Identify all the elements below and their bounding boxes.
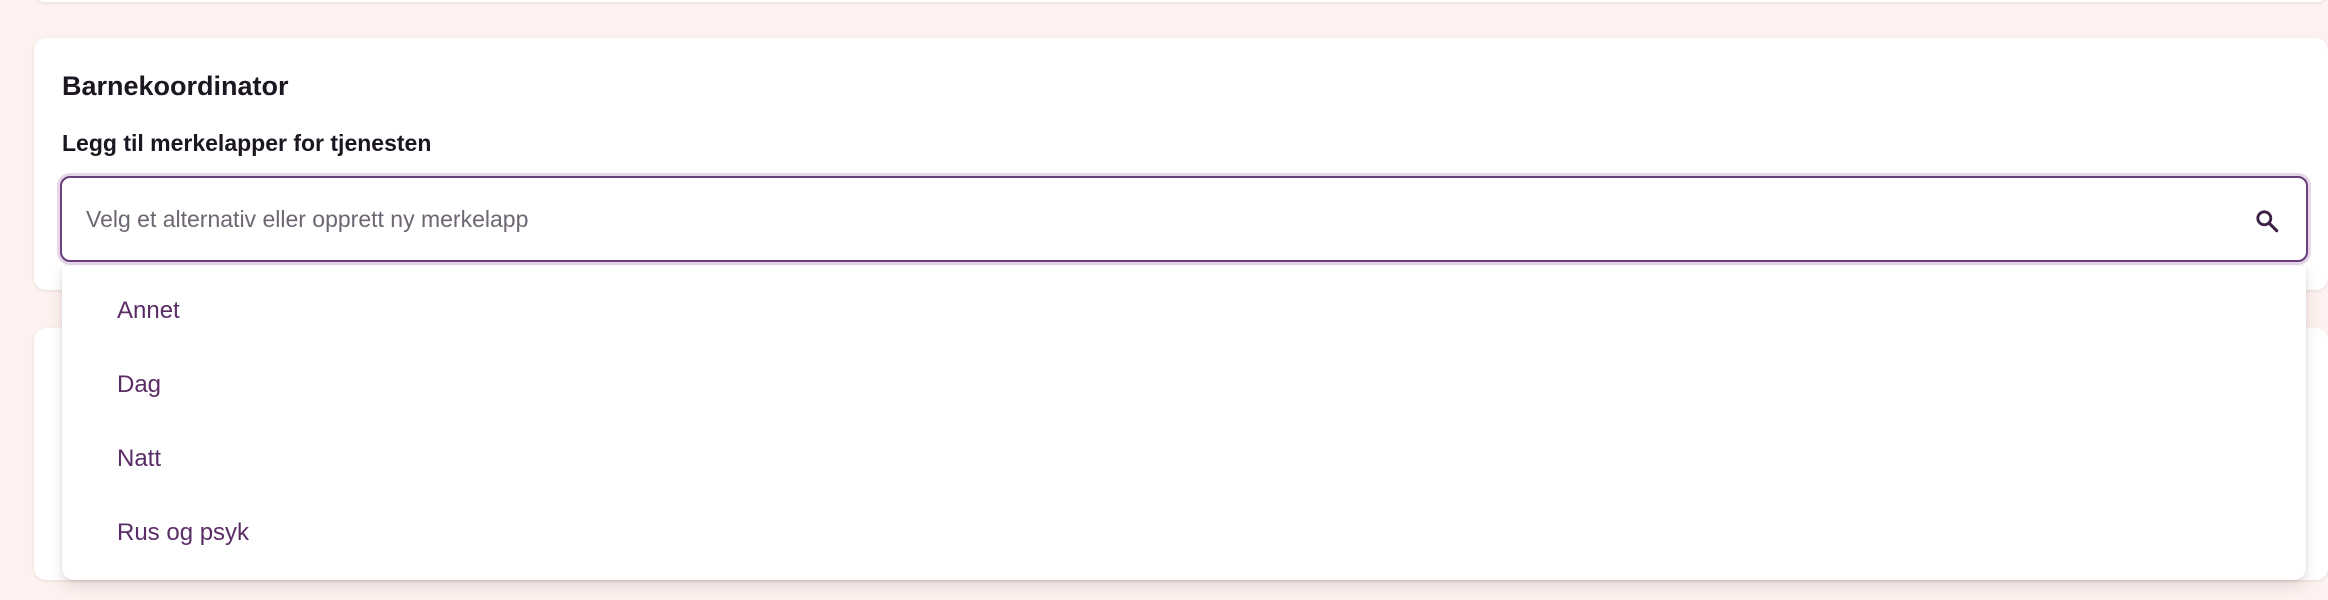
- section-title: Barnekoordinator: [62, 71, 289, 101]
- option-natt[interactable]: Natt: [62, 422, 2306, 496]
- tags-field-label: Legg til merkelapper for tjenesten: [62, 130, 432, 156]
- tags-combobox[interactable]: [60, 176, 2308, 262]
- tags-search-input[interactable]: [86, 178, 2226, 260]
- option-annet[interactable]: Annet: [62, 274, 2306, 348]
- option-dag[interactable]: Dag: [62, 348, 2306, 422]
- search-icon[interactable]: [2254, 208, 2280, 234]
- previous-card: [34, 0, 2328, 2]
- tags-dropdown-list: Annet Dag Natt Rus og psyk: [62, 266, 2306, 580]
- option-rus-og-psyk[interactable]: Rus og psyk: [62, 496, 2306, 570]
